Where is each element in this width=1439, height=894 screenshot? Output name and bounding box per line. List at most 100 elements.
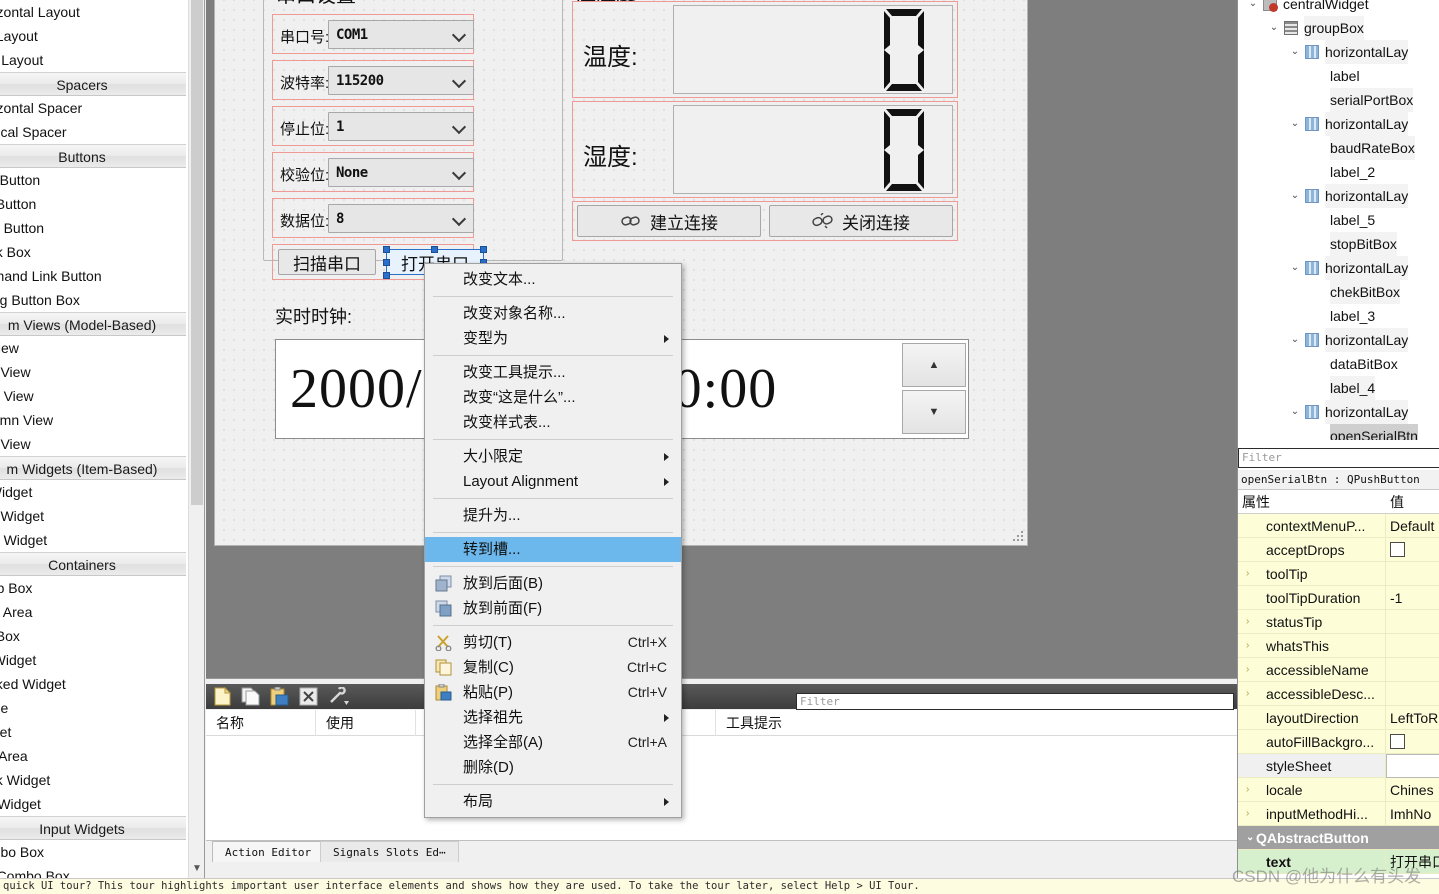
property-value[interactable]	[1386, 538, 1439, 562]
widget-box-item[interactable]: alog Button Box	[0, 288, 186, 312]
configure-icon[interactable]	[328, 687, 350, 706]
widget-box-item[interactable]: oup Box	[0, 576, 186, 600]
object-tree-row[interactable]: ⌄horizontalLay	[1238, 112, 1439, 136]
property-row[interactable]: locale›Chines	[1238, 778, 1439, 802]
action-table-body[interactable]	[206, 736, 1237, 844]
widget-box-category[interactable]: m Views (Model-Based)	[0, 312, 186, 336]
property-row[interactable]: accessibleName›	[1238, 658, 1439, 682]
context-menu-item[interactable]: 粘贴(P)Ctrl+V	[425, 680, 681, 705]
object-inspector[interactable]: ⌄centralWidget⌄groupBox⌄horizontalLaylab…	[1238, 0, 1439, 440]
chevron-down-icon[interactable]: ⌄	[1289, 328, 1301, 352]
property-value[interactable]: Default	[1386, 514, 1439, 538]
scan-serial-button[interactable]: 扫描串口	[278, 249, 376, 275]
right-dock-area[interactable]: ⌄centralWidget⌄groupBox⌄horizontalLaylab…	[1237, 0, 1439, 878]
context-menu-item[interactable]: 大小限定	[425, 444, 681, 469]
object-tree-row[interactable]: label_5	[1238, 208, 1439, 232]
context-menu-item[interactable]: 剪切(T)Ctrl+X	[425, 630, 681, 655]
chevron-down-icon[interactable]: ⌄	[1289, 184, 1301, 208]
widget-box-item[interactable]: orizontal Layout	[0, 0, 186, 24]
chevron-down-icon[interactable]: ⌄	[1289, 112, 1301, 136]
column-used[interactable]: 使用	[316, 710, 416, 736]
chevron-right-icon[interactable]: ›	[1246, 634, 1258, 658]
chevron-right-icon[interactable]: ›	[1246, 682, 1258, 706]
widget-box-item[interactable]: do View	[0, 432, 186, 456]
widget-box-item[interactable]: t View	[0, 336, 186, 360]
property-value[interactable]	[1386, 754, 1439, 778]
property-row[interactable]: accessibleDesc...›	[1238, 682, 1439, 706]
widget-box-item[interactable]: ee View	[0, 360, 186, 384]
property-column-name[interactable]: 属性	[1242, 490, 1270, 514]
context-menu-item[interactable]: 选择全部(A)Ctrl+A	[425, 730, 681, 755]
context-menu-item[interactable]: 改变文本...	[425, 267, 681, 292]
property-value[interactable]	[1386, 658, 1439, 682]
size-grip-icon[interactable]	[1011, 529, 1025, 543]
widget-box-item[interactable]: ble View	[0, 384, 186, 408]
object-tree-row[interactable]: chekBitBox	[1238, 280, 1439, 304]
chevron-right-icon[interactable]: ›	[1246, 562, 1258, 586]
object-tree-row[interactable]: stopBitBox	[1238, 232, 1439, 256]
widget-box-item[interactable]: rm Layout	[0, 48, 186, 72]
column-tooltip[interactable]: 工具提示	[716, 710, 1016, 736]
delete-action-icon[interactable]	[299, 687, 318, 706]
widget-box-item[interactable]: idget	[0, 720, 186, 744]
object-tree-row[interactable]: openSerialBtn	[1238, 424, 1439, 440]
property-row[interactable]: contextMenuP...Default	[1238, 514, 1439, 538]
property-row[interactable]: autoFillBackgro...	[1238, 730, 1439, 754]
dock-tabbar[interactable]: Action Editor Signals Slots Ed⋯	[206, 840, 1237, 862]
widget-box-category[interactable]: m Widgets (Item-Based)	[0, 456, 186, 480]
object-tree-row[interactable]: label_4	[1238, 376, 1439, 400]
property-row[interactable]: inputMethodHi...›ImhNo	[1238, 802, 1439, 826]
action-editor-toolbar[interactable]: Filter	[206, 684, 1237, 709]
widget-box-list[interactable]: orizontal Layoutid Layoutrm LayoutSpacer…	[0, 0, 186, 878]
widget-box-item[interactable]: b Widget	[0, 648, 186, 672]
widget-box-item[interactable]: t Widget	[0, 480, 186, 504]
property-group-header[interactable]: QAbstractButton⌄	[1238, 826, 1439, 850]
baud-rate-combobox[interactable]: 115200	[328, 66, 474, 95]
tab-signals-slots-editor[interactable]: Signals Slots Ed⋯	[320, 841, 459, 862]
tab-action-editor[interactable]: Action Editor	[212, 841, 324, 862]
property-filter-input[interactable]: Filter	[1238, 448, 1439, 468]
widget-box-item[interactable]: olumn View	[0, 408, 186, 432]
property-value[interactable]	[1386, 610, 1439, 634]
widget-box-item[interactable]: acked Widget	[0, 672, 186, 696]
widget-box-item[interactable]: nt Combo Box	[0, 864, 186, 878]
context-menu-item[interactable]: 放到后面(B)	[425, 571, 681, 596]
context-menu-item[interactable]: 布局	[425, 789, 681, 814]
widget-box-category[interactable]: Spacers	[0, 72, 186, 96]
context-menu-item[interactable]: Layout Alignment	[425, 469, 681, 494]
check-bit-combobox[interactable]: None	[328, 158, 474, 187]
paste-action-icon[interactable]	[270, 687, 289, 706]
widget-box-item[interactable]: ol Button	[0, 192, 186, 216]
property-row[interactable]: layoutDirectionLeftToR	[1238, 706, 1439, 730]
temp-humidity-group[interactable]: 温湿度: 温度: 湿度:	[563, 0, 963, 261]
object-tree-row[interactable]: ⌄horizontalLay	[1238, 256, 1439, 280]
widget-box-item[interactable]: eck Box	[0, 240, 186, 264]
property-row[interactable]: acceptDrops	[1238, 538, 1439, 562]
widget-box-item[interactable]: ock Widget	[0, 768, 186, 792]
action-editor-dock[interactable]: Filter 名称 使用 文 工具提示 Action Editor Signal…	[206, 678, 1237, 878]
property-value[interactable]	[1386, 634, 1439, 658]
property-row[interactable]: styleSheet	[1238, 754, 1439, 778]
property-value[interactable]	[1386, 682, 1439, 706]
resize-handle-nw[interactable]	[383, 246, 390, 253]
widget-box-item[interactable]: ame	[0, 696, 186, 720]
resize-handle-ne[interactable]	[480, 246, 487, 253]
property-row[interactable]: toolTipDuration-1	[1238, 586, 1439, 610]
object-tree-row[interactable]: baudRateBox	[1238, 136, 1439, 160]
chevron-down-icon[interactable]: ⌄	[1247, 0, 1259, 16]
widget-box-item[interactable]: AxWidget	[0, 792, 186, 816]
widget-box-category[interactable]: Input Widgets	[0, 816, 186, 840]
chevron-down-icon[interactable]: ⌄	[1289, 256, 1301, 280]
chevron-down-icon[interactable]: ⌄	[1246, 826, 1258, 850]
context-menu-item[interactable]: 变型为	[425, 326, 681, 351]
chevron-right-icon[interactable]: ›	[1246, 610, 1258, 634]
widget-box-item[interactable]: dio Button	[0, 216, 186, 240]
context-menu-item[interactable]: 提升为...	[425, 503, 681, 528]
serial-settings-groupbox[interactable]: 串口设置 串口号: COM1 波特率: 115200 停止位:	[263, 0, 563, 261]
property-value[interactable]	[1386, 730, 1439, 754]
widget-box-item[interactable]: id Layout	[0, 24, 186, 48]
context-menu-item[interactable]: 转到槽...	[425, 537, 681, 562]
context-menu-item[interactable]: 删除(D)	[425, 755, 681, 780]
spin-up-icon[interactable]: ▲	[902, 343, 966, 387]
chevron-right-icon[interactable]: ›	[1246, 778, 1258, 802]
